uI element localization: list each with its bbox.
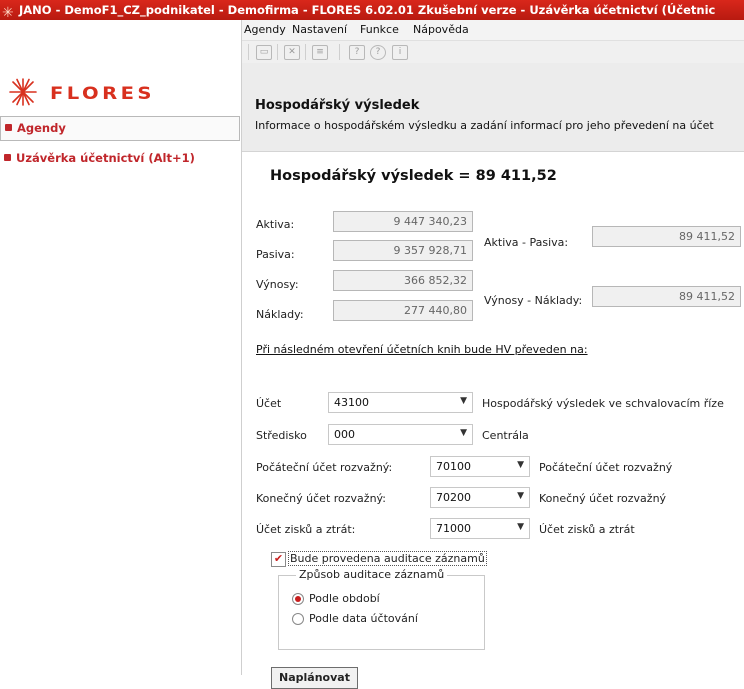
- radio-podle-data-label[interactable]: Podle data účtování: [309, 612, 418, 625]
- toolbar-separator: [277, 44, 278, 60]
- aktiva-label: Aktiva:: [256, 218, 295, 231]
- chevron-down-icon: ▼: [517, 522, 524, 532]
- menu-funkce[interactable]: Funkce: [360, 23, 399, 36]
- folder-open-icon[interactable]: ▭: [256, 45, 272, 60]
- konecny-select[interactable]: 70200 ▼: [430, 487, 530, 508]
- main-panel: Agendy Nastavení Funkce Nápověda ▭ ✕ ≡ ?…: [242, 20, 744, 689]
- vynosy-naklady-field: 89 411,52: [592, 286, 741, 307]
- zisku-select[interactable]: 71000 ▼: [430, 518, 530, 539]
- stredisko-desc: Centrála: [482, 429, 529, 442]
- konecny-label: Konečný účet rozvažný:: [256, 492, 386, 505]
- aktiva-pasiva-field: 89 411,52: [592, 226, 741, 247]
- toolbar-separator: [305, 44, 306, 60]
- vynosy-label: Výnosy:: [256, 278, 299, 291]
- menu-napoveda[interactable]: Nápověda: [413, 23, 469, 36]
- page-subtitle: Informace o hospodářském výsledku a zadá…: [255, 119, 714, 132]
- toolbar: ▭ ✕ ≡ ? ? i: [242, 41, 744, 63]
- ucet-value: 43100: [334, 396, 369, 409]
- transfer-note: Při následném otevření účetních knih bud…: [256, 343, 588, 356]
- window-title: JANO - DemoF1_CZ_podnikatel - Demofirma …: [19, 3, 716, 17]
- pocatecni-desc: Počáteční účet rozvažný: [539, 461, 673, 474]
- chevron-down-icon: ▼: [517, 460, 524, 470]
- bullet-icon: [4, 154, 11, 161]
- sidebar-item-label: Uzávěrka účetnictví (Alt+1): [16, 151, 195, 165]
- sidebar-item-agendy[interactable]: Agendy: [0, 116, 240, 141]
- flores-logo-text: FLORES: [50, 84, 155, 104]
- stredisko-value: 000: [334, 428, 355, 441]
- aktiva-pasiva-label: Aktiva - Pasiva:: [484, 236, 569, 249]
- menu-nastaveni[interactable]: Nastavení: [292, 23, 347, 36]
- close-doc-icon[interactable]: ✕: [284, 45, 300, 60]
- ucet-select[interactable]: 43100 ▼: [328, 392, 473, 413]
- audit-group-title: Způsob auditace záznamů: [296, 568, 448, 581]
- list-icon[interactable]: ≡: [312, 45, 328, 60]
- sidebar-item-label: Agendy: [17, 121, 66, 135]
- info-icon[interactable]: i: [392, 45, 408, 60]
- toolbar-separator: [339, 44, 340, 60]
- stredisko-label: Středisko: [256, 429, 307, 442]
- stredisko-select[interactable]: 000 ▼: [328, 424, 473, 445]
- ucet-desc: Hospodářský výsledek ve schvalovacím říz…: [482, 397, 724, 410]
- zisku-desc: Účet zisků a ztrát: [539, 523, 635, 536]
- menu-agendy[interactable]: Agendy: [244, 23, 286, 36]
- aktiva-field: 9 447 340,23: [333, 211, 473, 232]
- vynosy-naklady-label: Výnosy - Náklady:: [484, 294, 583, 307]
- zisku-value: 71000: [436, 522, 471, 535]
- pocatecni-select[interactable]: 70100 ▼: [430, 456, 530, 477]
- menu-bar: Agendy Nastavení Funkce Nápověda: [242, 20, 744, 41]
- bullet-icon: [5, 124, 12, 131]
- audit-checkbox[interactable]: ✔: [271, 552, 286, 567]
- pasiva-label: Pasiva:: [256, 248, 295, 261]
- vynosy-field: 366 852,32: [333, 270, 473, 291]
- naplanovat-button[interactable]: Naplánovat: [271, 667, 358, 689]
- naklady-label: Náklady:: [256, 308, 304, 321]
- chevron-down-icon: ▼: [517, 491, 524, 501]
- konecny-value: 70200: [436, 491, 471, 504]
- konecny-desc: Konečný účet rozvažný: [539, 492, 667, 505]
- page-title: Hospodářský výsledek: [255, 98, 420, 113]
- chevron-down-icon: ▼: [460, 396, 467, 406]
- doc-icon[interactable]: ?: [349, 45, 365, 60]
- radio-podle-obdobi[interactable]: [292, 593, 304, 605]
- radio-podle-data[interactable]: [292, 613, 304, 625]
- radio-podle-obdobi-label[interactable]: Podle období: [309, 592, 380, 605]
- help-icon[interactable]: ?: [370, 45, 386, 60]
- ucet-label: Účet: [256, 397, 282, 410]
- naklady-field: 277 440,80: [333, 300, 473, 321]
- sidebar-item-uzaverka[interactable]: Uzávěrka účetnictví (Alt+1): [0, 147, 240, 169]
- toolbar-separator: [248, 44, 249, 60]
- chevron-down-icon: ▼: [460, 428, 467, 438]
- pocatecni-value: 70100: [436, 460, 471, 473]
- left-panel: FLORES Agendy Uzávěrka účetnictví (Alt+1…: [0, 20, 242, 675]
- app-icon: ✳: [2, 5, 14, 20]
- pasiva-field: 9 357 928,71: [333, 240, 473, 261]
- hv-heading: Hospodářský výsledek = 89 411,52: [270, 168, 557, 184]
- pocatecni-label: Počáteční účet rozvažný:: [256, 461, 393, 474]
- audit-checkbox-label[interactable]: Bude provedena auditace záznamů: [288, 551, 487, 566]
- page-header: Hospodářský výsledek Informace o hospodá…: [242, 63, 744, 152]
- zisku-label: Účet zisků a ztrát:: [256, 523, 356, 536]
- flores-star-icon: [9, 78, 37, 106]
- window-title-bar: ✳ JANO - DemoF1_CZ_podnikatel - Demofirma…: [0, 0, 744, 20]
